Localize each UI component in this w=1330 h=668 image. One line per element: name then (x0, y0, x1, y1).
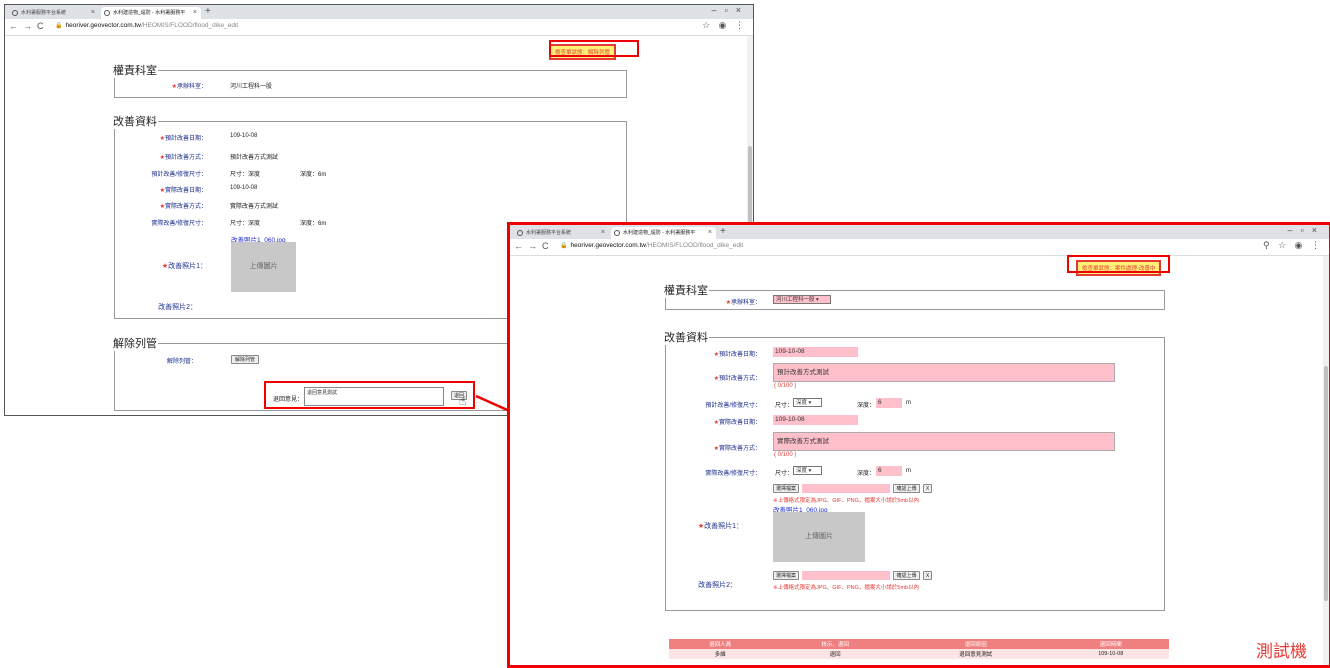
plan-depth-prefix: 深度： (857, 403, 876, 409)
close-icon[interactable]: × (708, 227, 712, 239)
upload-note: ※上傳格式限定為JPG、GIF、PNG，檔案大小請於5mb以內 (773, 585, 920, 591)
plan-date-label: ★預計改善日期： (713, 352, 761, 358)
table-header-row: 退回人員 核示、退回 退回原因 退回時間 (669, 639, 1169, 649)
section-title: 權責科室 (664, 285, 708, 297)
plan-method-label: ★預計改善方式： (713, 376, 761, 382)
plan-size-prefix: 尺寸： (775, 403, 794, 409)
url-field[interactable]: 🔒 heoriver.geovector.com.tw/HEOMIS/FLOOD/… (560, 242, 743, 249)
window-controls[interactable]: –▫× (1288, 225, 1325, 235)
plan-method-counter: ( 0/100 ) (774, 383, 797, 389)
scrollbar[interactable] (1323, 256, 1329, 665)
plan-size-label: 預計改善/修復尺寸： (705, 403, 761, 409)
tab-dike-edit[interactable]: 水利建造物_堤防 - 水利署服務平 × (611, 227, 716, 239)
table-cell: 退回意見測試 (899, 649, 1053, 659)
tab-label: 水利建造物_堤防 - 水利署服務平 (623, 230, 696, 236)
real-date-input[interactable]: 109-10-08 (773, 415, 858, 425)
real-method-textarea[interactable]: 實際改善方式測試 (773, 432, 1115, 451)
office-label: ★承辦科室： (725, 300, 761, 306)
plan-depth-unit: m (906, 400, 911, 406)
table-cell: 109-10-08 (1052, 649, 1169, 659)
confirm-upload-button[interactable]: 確認上傳 (893, 571, 920, 580)
tab-label: 水利署服務平台系統 (526, 230, 572, 236)
status-highlight-box (1067, 255, 1170, 273)
real-depth-unit: m (906, 468, 911, 474)
tab-platform[interactable]: 水利署服務平台系統 × (514, 227, 609, 239)
close-icon[interactable]: × (601, 227, 605, 239)
address-bar: ←→C 🔒 heoriver.geovector.com.tw/HEOMIS/FL… (510, 239, 1329, 256)
upload-note: ※上傳格式限定為JPG、GIF、PNG，檔案大小請於5mb以內 (773, 498, 920, 504)
plan-date-input[interactable]: 109-10-08 (773, 347, 858, 357)
clear-button[interactable]: X (923, 484, 932, 493)
nav-buttons[interactable]: ←→C (514, 241, 554, 251)
real-depth-input[interactable]: 6 (876, 466, 902, 476)
photo-preview: 上傳圖片 (773, 512, 865, 562)
real-depth-prefix: 深度： (857, 471, 876, 477)
tab-bar: 水利署服務平台系統 × 水利建造物_堤防 - 水利署服務平 × + –▫× (510, 225, 1329, 239)
real-method-label: ★實際改善方式： (713, 446, 761, 452)
real-method-counter: ( 0/100 ) (774, 452, 797, 458)
column-header: 退回原因 (899, 639, 1053, 649)
file-name-input[interactable] (802, 571, 890, 580)
table-cell: 退回 (771, 649, 900, 659)
new-tab-icon[interactable]: + (720, 226, 726, 237)
test-machine-label: 測試機 (1256, 642, 1307, 661)
section-title: 改善資料 (664, 332, 708, 344)
column-header: 退回人員 (669, 639, 772, 649)
file-name-input[interactable] (802, 484, 890, 493)
table-row: 多維 退回 退回意見測試 109-10-08 (669, 649, 1169, 659)
return-history-table: 退回人員 核示、退回 退回原因 退回時間 多維 退回 退回意見測試 109-10… (669, 639, 1169, 659)
real-size-select[interactable]: 深度 ▾ (793, 466, 822, 475)
real-size-prefix: 尺寸： (775, 471, 794, 477)
photo2-label: 改善照片2： (698, 582, 737, 589)
real-size-label: 實際改善/修復尺寸： (705, 471, 761, 477)
table-cell: 多維 (669, 649, 772, 659)
browser-window-editable: 水利署服務平台系統 × 水利建造物_堤防 - 水利署服務平 × + –▫× ←→… (507, 222, 1330, 668)
globe-icon (517, 230, 523, 236)
column-header: 退回時間 (1052, 639, 1169, 649)
real-date-label: ★實際改善日期： (713, 420, 761, 426)
clear-button[interactable]: X (923, 571, 932, 580)
choose-file-button[interactable]: 選擇檔案 (773, 571, 799, 580)
toolbar-icons[interactable]: ⚲ ☆ ◉ ⋮ (1263, 240, 1323, 251)
plan-size-select[interactable]: 深度 ▾ (793, 398, 822, 407)
office-select[interactable]: 河川工程科一股 ▾ (773, 295, 831, 304)
choose-file-button[interactable]: 選擇檔案 (773, 484, 799, 493)
plan-method-textarea[interactable]: 預計改善方式測試 (773, 363, 1115, 382)
lock-icon: 🔒 (560, 243, 568, 249)
confirm-upload-button[interactable]: 確認上傳 (893, 484, 920, 493)
photo1-label: ★改善照片1： (697, 523, 743, 530)
globe-icon (614, 230, 620, 236)
plan-depth-input[interactable]: 6 (876, 398, 902, 408)
column-header: 核示、退回 (771, 639, 900, 649)
